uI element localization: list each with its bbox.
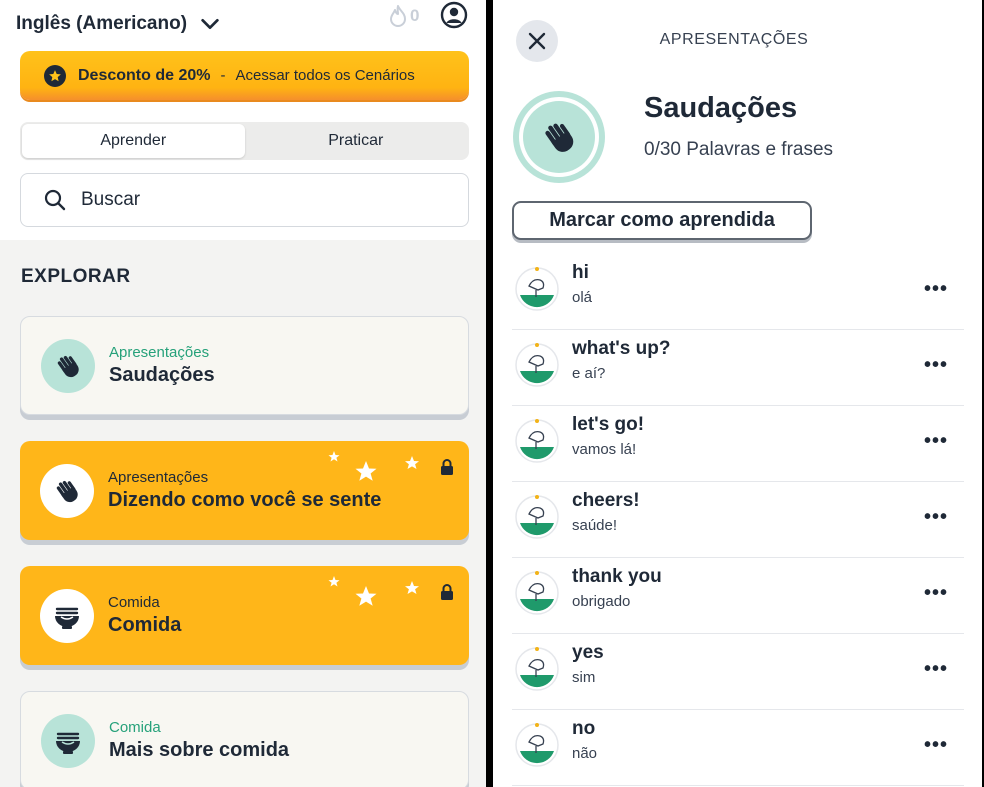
phrase-row[interactable]: cheers! saúde! ••• [512, 482, 964, 558]
scenario-card-dizendo-como-voce-se-sente[interactable]: Apresentações Dizendo como você se sente [20, 441, 469, 540]
lock-icon [441, 459, 453, 475]
phrase-row[interactable]: yes sim ••• [512, 634, 964, 710]
search-input[interactable]: Buscar [20, 173, 469, 227]
phrase-text: thank you [572, 566, 662, 587]
phrase-text: cheers! [572, 490, 640, 511]
card-title: Mais sobre comida [109, 739, 290, 761]
right-panel: APRESENTAÇÕES Saudações 0/30 Palavras e … [493, 0, 982, 787]
search-icon [44, 189, 66, 211]
phrase-progress-icon [515, 343, 559, 387]
phrase-text: what's up? [572, 338, 671, 359]
scenario-card-mais-sobre-comida[interactable]: Comida Mais sobre comida [20, 691, 469, 787]
phrase-translation: não [572, 745, 598, 762]
section-title: EXPLORAR [21, 266, 131, 287]
promo-text: Acessar todos os Cenários [235, 67, 415, 84]
card-category: Apresentações [109, 344, 210, 361]
phrase-translation: obrigado [572, 593, 631, 610]
phrase-text: hi [572, 262, 589, 283]
phrase-text: yes [572, 642, 604, 663]
phrase-translation: olá [572, 289, 593, 306]
promo-banner[interactable]: Desconto de 20% - Acessar todos os Cenár… [20, 51, 469, 100]
learn-practice-toggle: Aprender Praticar [20, 122, 469, 160]
stars-decoration-icon [328, 451, 419, 481]
streak-indicator[interactable]: 0 [388, 4, 419, 28]
phrase-progress-icon [515, 571, 559, 615]
more-options-button[interactable]: ••• [924, 734, 948, 757]
stars-decoration-icon [328, 576, 419, 606]
phrase-progress-icon [515, 723, 559, 767]
waving-hand-icon [41, 338, 95, 393]
phrase-progress-icon [515, 647, 559, 691]
search-placeholder: Buscar [81, 189, 141, 210]
profile-icon[interactable] [440, 1, 468, 29]
more-options-button[interactable]: ••• [924, 278, 948, 301]
phrase-row[interactable]: let's go! vamos lá! ••• [512, 406, 964, 482]
phrase-progress-icon [515, 495, 559, 539]
card-title: Saudações [109, 364, 215, 386]
more-options-button[interactable]: ••• [924, 658, 948, 681]
more-options-button[interactable]: ••• [924, 354, 948, 377]
phrase-translation: e aí? [572, 365, 606, 382]
noodle-bowl-icon [41, 713, 95, 768]
tab-aprender[interactable]: Aprender [22, 124, 245, 158]
tab-praticar[interactable]: Praticar [245, 124, 468, 158]
language-label: Inglês (Americano) [16, 13, 188, 34]
scenario-card-saudacoes[interactable]: Apresentações Saudações [20, 316, 469, 415]
more-options-button[interactable]: ••• [924, 430, 948, 453]
lock-icon [441, 584, 453, 600]
streak-count: 0 [410, 6, 420, 25]
phrase-translation: sim [572, 669, 596, 686]
waving-hand-icon [40, 463, 94, 518]
scenario-title: Saudações [644, 92, 798, 124]
card-category: Comida [109, 719, 161, 736]
phrase-row[interactable]: what's up? e aí? ••• [512, 330, 964, 406]
phrase-row[interactable]: no não ••• [512, 710, 964, 786]
more-options-button[interactable]: ••• [924, 506, 948, 529]
scenario-card-comida[interactable]: Comida Comida [20, 566, 469, 665]
phrase-text: no [572, 718, 596, 739]
card-category: Comida [108, 594, 160, 611]
phrase-row[interactable]: thank you obrigado ••• [512, 558, 964, 634]
flame-icon [390, 5, 406, 27]
more-options-button[interactable]: ••• [924, 582, 948, 605]
phrase-translation: vamos lá! [572, 441, 637, 458]
chevron-down-icon [201, 18, 219, 30]
phrase-progress-icon [515, 267, 559, 311]
scenario-category-header: APRESENTAÇÕES [659, 31, 809, 48]
phrase-translation: saúde! [572, 517, 618, 534]
waving-hand-icon [513, 91, 605, 183]
star-badge-icon [44, 64, 66, 87]
scenario-progress: 0/30 Palavras e frases [644, 139, 834, 160]
card-title: Comida [108, 614, 182, 636]
phrase-text: let's go! [572, 414, 645, 435]
mark-as-learned-button[interactable]: Marcar como aprendida [512, 201, 812, 240]
left-panel: Inglês (Americano) 0 Desconto de 20% - A… [0, 0, 486, 787]
promo-discount: Desconto de 20% [78, 66, 211, 84]
promo-separator: - [220, 67, 226, 84]
noodle-bowl-icon [40, 588, 94, 643]
phrase-progress-icon [515, 419, 559, 463]
phrase-row[interactable]: hi olá ••• [512, 254, 964, 330]
